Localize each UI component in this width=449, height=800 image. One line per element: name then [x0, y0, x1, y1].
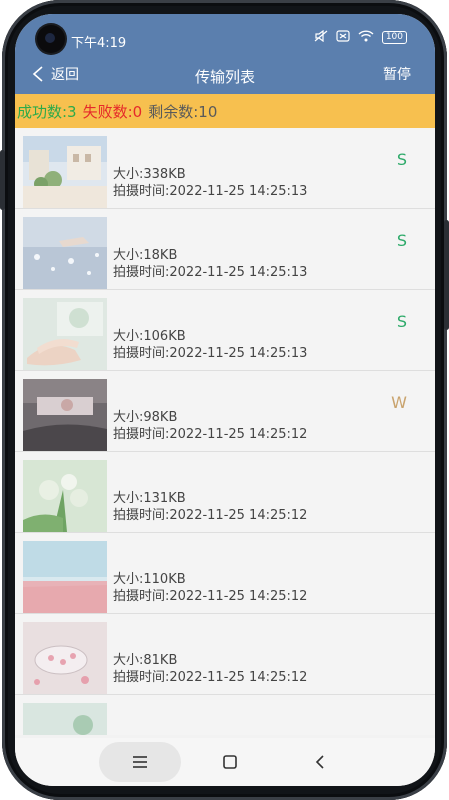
- front-camera-icon: [37, 25, 65, 53]
- photo-thumbnail: [23, 460, 107, 532]
- capture-time: 拍摄时间:2022-11-25 14:25:12: [113, 670, 308, 685]
- list-item[interactable]: 大小:338KB 拍摄时间:2022-11-25 14:25:13 S: [15, 128, 435, 209]
- system-navigation-bar: [15, 738, 435, 786]
- page-title: 传输列表: [194, 68, 255, 86]
- capture-time: 拍摄时间:2022-11-25 14:25:13: [113, 265, 308, 280]
- volume-button: [0, 150, 5, 210]
- capture-time: 拍摄时间:2022-11-25 14:25:13: [113, 346, 308, 361]
- status-bar: 下午4:19 100: [15, 14, 435, 58]
- file-size: 大小:131KB: [113, 491, 186, 506]
- menu-icon[interactable]: [130, 752, 150, 772]
- transfer-list: 大小:338KB 拍摄时间:2022-11-25 14:25:13 S 大小:1…: [15, 128, 435, 735]
- photo-thumbnail: [23, 541, 107, 613]
- mute-icon: [314, 29, 328, 45]
- app-header: 返回 传输列表 暂停: [15, 58, 435, 94]
- capture-time: 拍摄时间:2022-11-25 14:25:13: [113, 184, 308, 199]
- failed-count: 失败数:0: [82, 102, 143, 121]
- list-item[interactable]: 大小:110KB 拍摄时间:2022-11-25 14:25:12: [15, 533, 435, 614]
- status-time: 下午4:19: [71, 36, 127, 51]
- status-indicator: S: [396, 231, 407, 250]
- list-item[interactable]: 大小:81KB 拍摄时间:2022-11-25 14:25:12: [15, 614, 435, 695]
- item-meta: 大小:110KB 拍摄时间:2022-11-25 14:25:12: [113, 571, 307, 605]
- photo-thumbnail: [23, 379, 107, 451]
- item-meta: 大小:81KB 拍摄时间:2022-11-25 14:25:12: [113, 652, 307, 686]
- photo-thumbnail: [23, 622, 107, 694]
- photo-thumbnail: [23, 217, 107, 289]
- file-size: 大小:18KB: [113, 248, 178, 263]
- file-size: 大小:338KB: [113, 167, 186, 182]
- wifi-icon: [358, 30, 374, 45]
- file-size: 大小:106KB: [113, 329, 186, 344]
- status-icons: 100: [314, 29, 407, 45]
- success-count: 成功数:3: [17, 102, 77, 121]
- photo-thumbnail: [23, 136, 107, 208]
- file-size: 大小:110KB: [113, 572, 186, 587]
- phone-frame: 下午4:19 100 返回 传输列表 暂停 成功数:3 失败数:0 剩余数:10…: [0, 0, 449, 800]
- item-meta: 大小:131KB 拍摄时间:2022-11-25 14:25:12: [113, 490, 307, 524]
- list-item[interactable]: 大小:18KB 拍摄时间:2022-11-25 14:25:13 S: [15, 209, 435, 290]
- battery-icon: 100: [381, 31, 407, 44]
- status-indicator: W: [391, 393, 407, 412]
- photo-thumbnail: [23, 298, 107, 370]
- capture-time: 拍摄时间:2022-11-25 14:25:12: [113, 589, 308, 604]
- summary-bar: 成功数:3 失败数:0 剩余数:10: [15, 94, 435, 128]
- item-meta: 大小:98KB 拍摄时间:2022-11-25 14:25:12: [113, 409, 307, 443]
- photo-thumbnail: [23, 703, 107, 735]
- status-indicator: S: [396, 312, 407, 331]
- capture-time: 拍摄时间:2022-11-25 14:25:12: [113, 508, 308, 523]
- list-item[interactable]: 大小:106KB 拍摄时间:2022-11-25 14:25:13 S: [15, 290, 435, 371]
- list-item[interactable]: 大小:131KB 拍摄时间:2022-11-25 14:25:12: [15, 452, 435, 533]
- screen: 下午4:19 100 返回 传输列表 暂停 成功数:3 失败数:0 剩余数:10…: [15, 14, 435, 786]
- item-meta: 大小:338KB 拍摄时间:2022-11-25 14:25:13: [113, 166, 307, 200]
- pause-button[interactable]: 暂停: [383, 64, 411, 84]
- signal-off-icon: [336, 30, 350, 45]
- file-size: 大小:98KB: [113, 410, 178, 425]
- back-nav-icon[interactable]: [310, 752, 330, 772]
- list-item[interactable]: 大小:98KB 拍摄时间:2022-11-25 14:25:12 W: [15, 371, 435, 452]
- item-meta: 大小:106KB 拍摄时间:2022-11-25 14:25:13: [113, 328, 307, 362]
- home-icon[interactable]: [220, 752, 240, 772]
- status-indicator: S: [396, 150, 407, 169]
- power-button: [444, 220, 449, 330]
- capture-time: 拍摄时间:2022-11-25 14:25:12: [113, 427, 308, 442]
- file-size: 大小:81KB: [113, 653, 178, 668]
- list-item-partial[interactable]: [15, 695, 435, 735]
- remaining-count: 剩余数:10: [148, 102, 218, 121]
- item-meta: 大小:18KB 拍摄时间:2022-11-25 14:25:13: [113, 247, 307, 281]
